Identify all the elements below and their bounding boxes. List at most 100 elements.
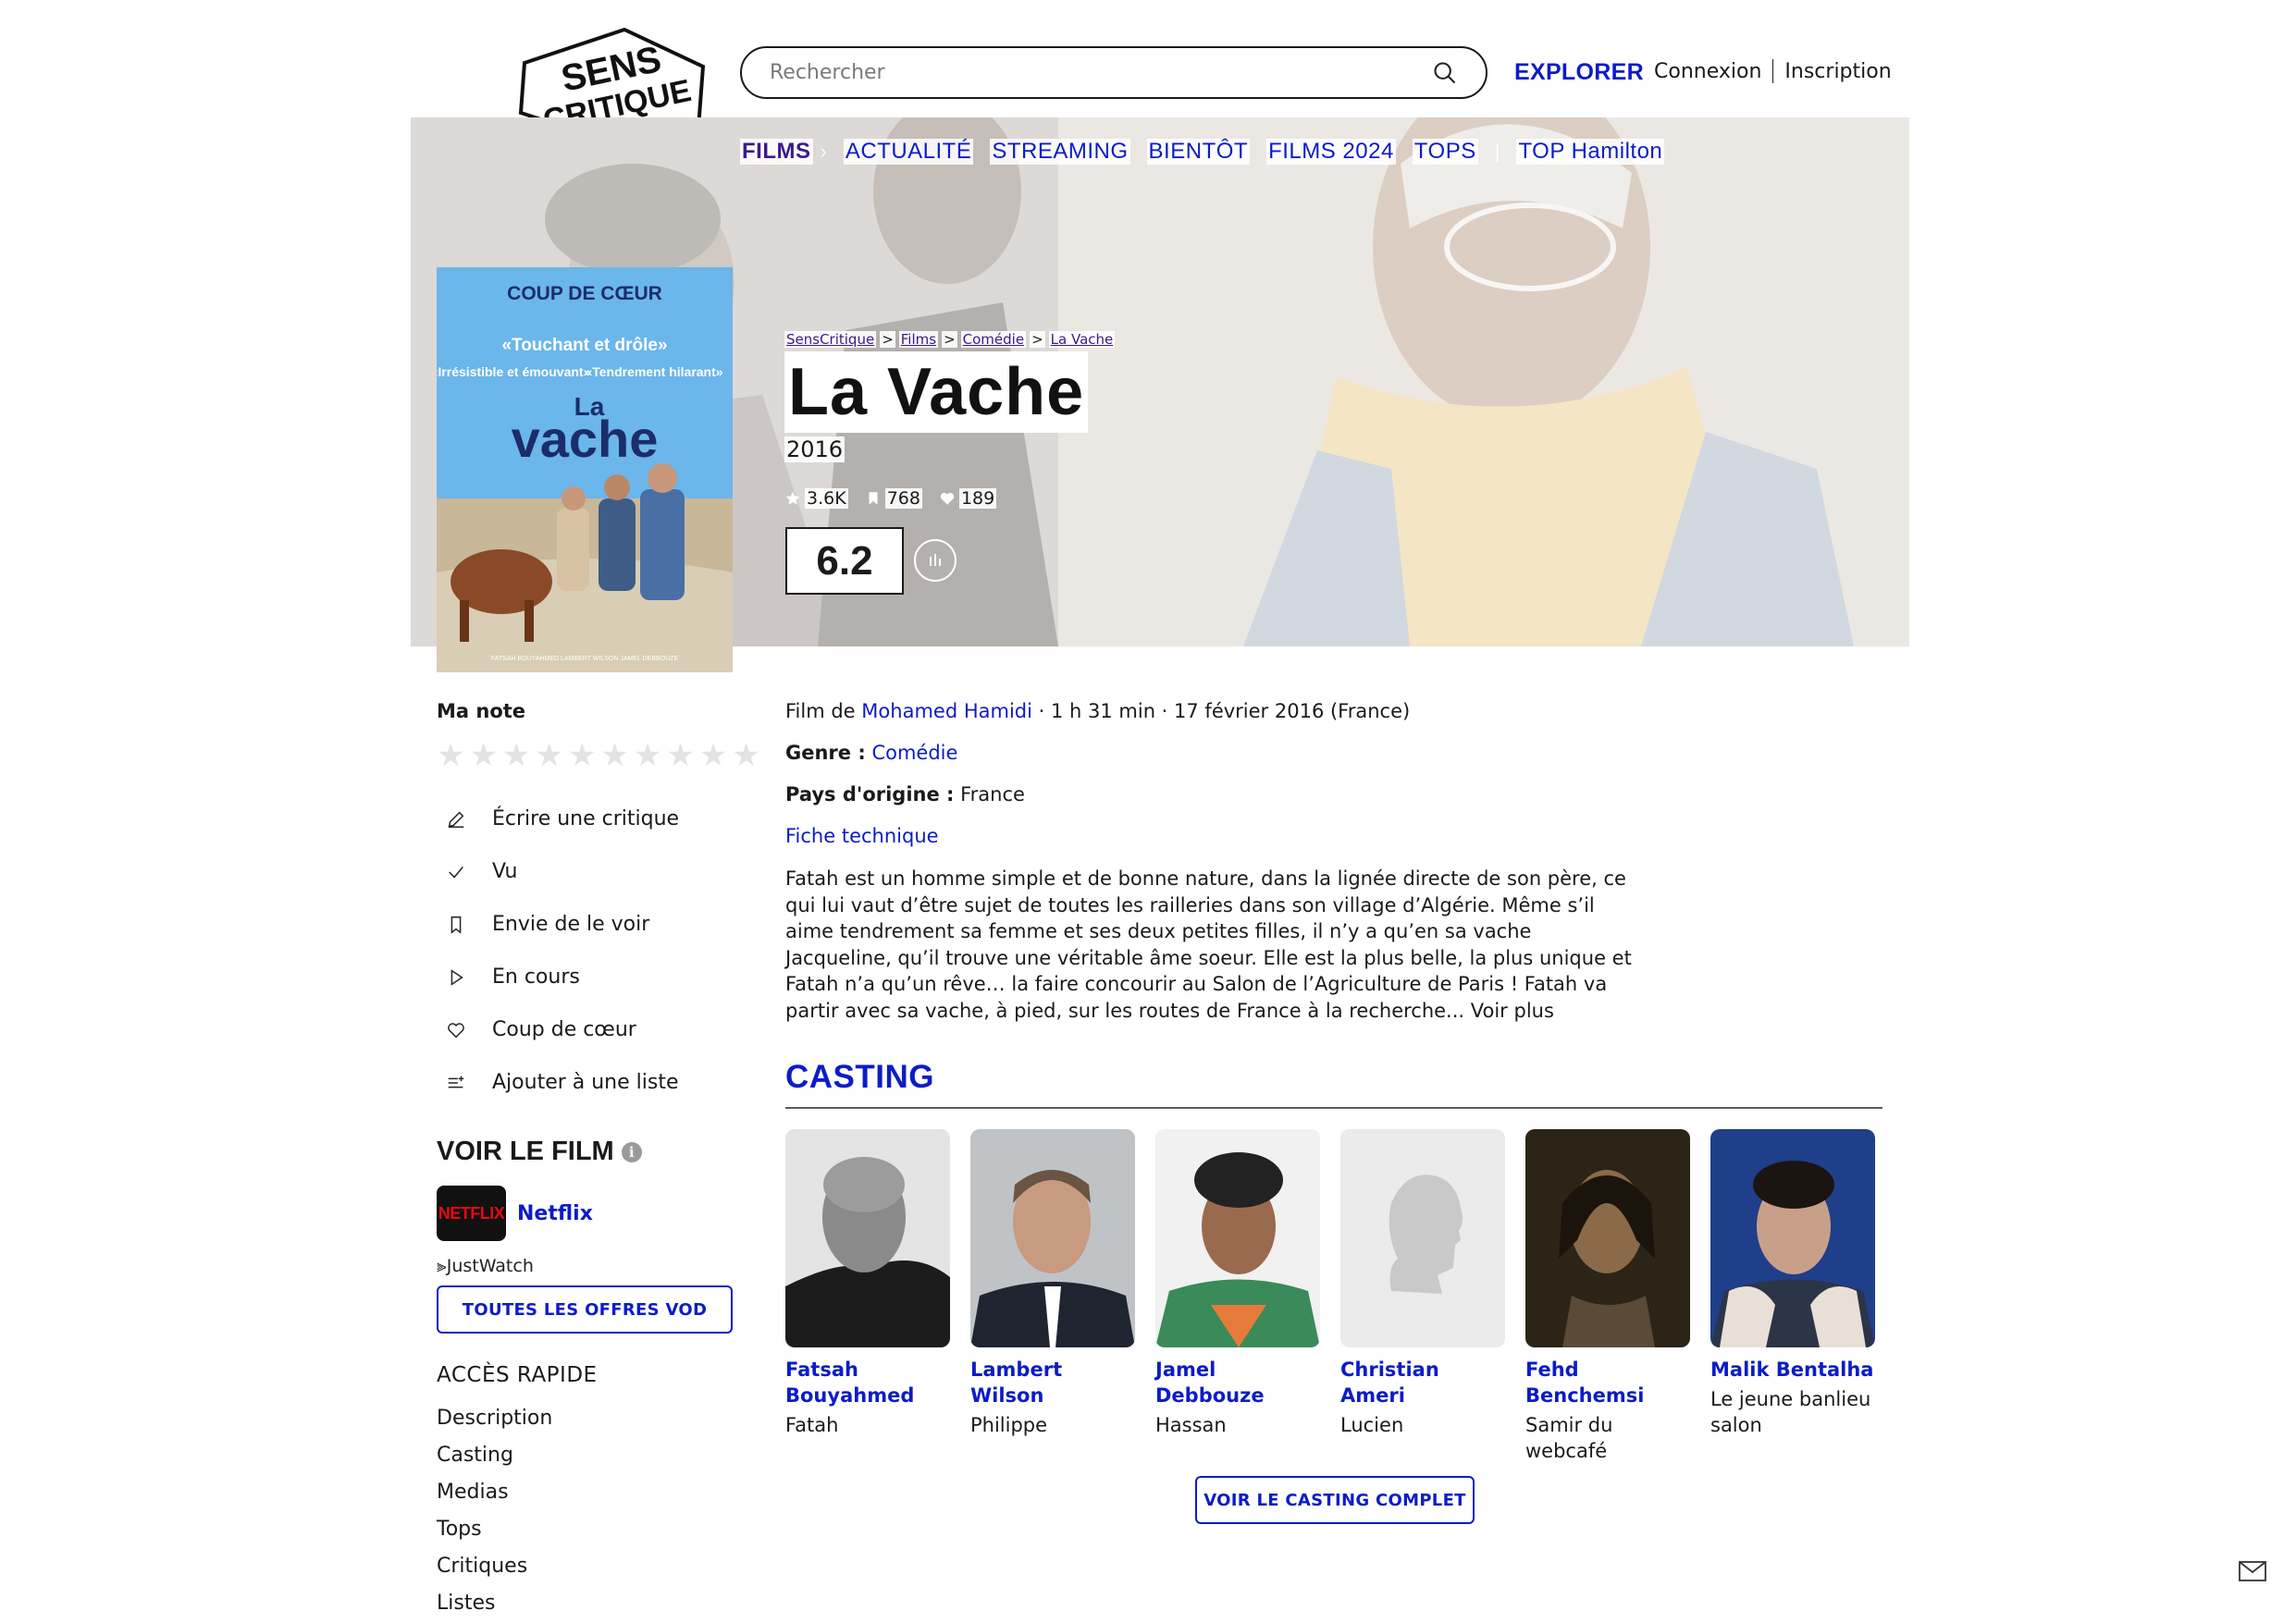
justwatch-arrow-icon: ⫸ xyxy=(437,1256,447,1276)
cast-card[interactable]: Jamel Debbouze Hassan xyxy=(1155,1129,1320,1464)
search-icon[interactable] xyxy=(1432,60,1458,86)
quick-link-label[interactable]: Listes xyxy=(437,1592,495,1615)
rating-star[interactable]: ★ xyxy=(437,740,464,771)
director-link[interactable]: Mohamed Hamidi xyxy=(861,700,1032,722)
heart-icon xyxy=(448,1022,464,1038)
mail-icon[interactable] xyxy=(2239,1561,2266,1581)
actor-photo-placeholder[interactable] xyxy=(1340,1129,1505,1347)
wishlist-action[interactable]: Envie de le voir xyxy=(437,898,742,951)
rating-star[interactable]: ★ xyxy=(699,740,727,771)
action-label: Écrire une critique xyxy=(492,807,680,830)
action-label: Ajouter à une liste xyxy=(492,1071,679,1094)
info-icon[interactable]: i xyxy=(621,1141,642,1162)
rating-star[interactable]: ★ xyxy=(535,740,562,771)
login-link[interactable]: Connexion xyxy=(1654,60,1761,83)
bar-chart-icon xyxy=(930,554,941,566)
actor-role: Le jeune banlieu salon xyxy=(1710,1388,1871,1436)
seen-action[interactable]: Vu xyxy=(437,845,742,898)
bookmark-icon xyxy=(869,492,878,505)
quick-link-label[interactable]: Description xyxy=(437,1407,552,1430)
actor-photo[interactable] xyxy=(1525,1129,1690,1347)
tech-sheet-link[interactable]: Fiche technique xyxy=(785,825,939,847)
subnav-divider: | xyxy=(1494,140,1500,163)
genre-link[interactable]: Comédie xyxy=(871,742,957,764)
actor-name[interactable]: Jamel Debbouze xyxy=(1155,1357,1320,1408)
actor-name[interactable]: Lambert Wilson xyxy=(970,1357,1135,1408)
rating-star[interactable]: ★ xyxy=(469,740,497,771)
in-progress-action[interactable]: En cours xyxy=(437,951,742,1003)
rating-star[interactable]: ★ xyxy=(732,740,759,771)
subnav-films[interactable]: FILMS xyxy=(740,139,813,165)
all-vod-offers-button[interactable]: TOUTES LES OFFRES VOD xyxy=(437,1285,733,1334)
person-silhouette-icon xyxy=(1340,1129,1505,1347)
quick-link-casting[interactable]: Casting xyxy=(437,1437,742,1474)
breadcrumb-comedie[interactable]: Comédie xyxy=(960,331,1027,348)
cast-card[interactable]: Fatsah Bouyahmed Fatah xyxy=(785,1129,950,1464)
rating-star[interactable]: ★ xyxy=(600,740,628,771)
quick-link-label[interactable]: Tops xyxy=(437,1518,482,1541)
watch-title-text: VOIR LE FILM xyxy=(437,1137,614,1166)
actor-name[interactable]: Fehd Benchemsi xyxy=(1525,1357,1690,1408)
movie-poster[interactable]: COUP DE CŒUR «Touchant et drôle» «Irrési… xyxy=(437,267,733,672)
synopsis: Fatah est un homme simple et de bonne na… xyxy=(785,867,1632,1022)
rating-stars[interactable]: ★ ★ ★ ★ ★ ★ ★ ★ ★ ★ xyxy=(437,740,760,771)
full-cast-button[interactable]: VOIR LE CASTING COMPLET xyxy=(1195,1476,1475,1524)
subnav-films-2024[interactable]: FILMS 2024 xyxy=(1266,139,1396,165)
provider-link[interactable]: Netflix xyxy=(517,1202,593,1225)
actor-photo[interactable] xyxy=(785,1129,950,1347)
breadcrumb-films[interactable]: Films xyxy=(898,331,939,348)
rating-star[interactable]: ★ xyxy=(568,740,596,771)
quick-link-medias[interactable]: Medias xyxy=(437,1474,742,1511)
subnav-actualite[interactable]: ACTUALITÉ xyxy=(843,139,974,165)
actor-portrait-image xyxy=(1525,1129,1690,1347)
quick-link-critiques[interactable]: Critiques xyxy=(437,1548,742,1585)
action-label: Coup de cœur xyxy=(492,1018,636,1041)
cast-card[interactable]: Lambert Wilson Philippe xyxy=(970,1129,1135,1464)
quick-link-listes[interactable]: Listes xyxy=(437,1585,742,1622)
country-label: Pays d'origine : xyxy=(785,783,955,805)
actor-photo[interactable] xyxy=(1710,1129,1875,1347)
actor-name[interactable]: Malik Bentalha xyxy=(1710,1357,1875,1383)
action-list: Écrire une critique Vu Envie de le voir … xyxy=(437,793,742,1109)
rating-star[interactable]: ★ xyxy=(634,740,661,771)
justwatch-logo[interactable]: ⫸JustWatch xyxy=(437,1256,742,1276)
cast-card[interactable]: Malik Bentalha Le jeune banlieu salon xyxy=(1710,1129,1875,1464)
actor-name[interactable]: Fatsah Bouyahmed xyxy=(785,1357,950,1408)
movie-stats: 3.6K 768 189 xyxy=(784,488,997,509)
wishlist-stat: 768 xyxy=(865,488,922,509)
rating-star[interactable]: ★ xyxy=(666,740,694,771)
subnav-tops[interactable]: TOPS xyxy=(1412,139,1478,165)
casting-divider xyxy=(785,1107,1882,1109)
section-nav: FILMS › ACTUALITÉ STREAMING BIENTÔT FILM… xyxy=(740,139,1665,165)
rating-distribution-button[interactable] xyxy=(914,539,957,582)
my-rating-label: Ma note xyxy=(437,700,526,722)
breadcrumb-senscritique[interactable]: SensCritique xyxy=(784,331,877,348)
quick-link-tops[interactable]: Tops xyxy=(437,1511,742,1548)
quick-link-label[interactable]: Casting xyxy=(437,1444,513,1467)
breadcrumb-la-vache[interactable]: La Vache xyxy=(1048,331,1116,348)
ratings-count: 3.6K xyxy=(805,488,848,509)
search-input[interactable] xyxy=(770,61,1432,84)
bookmark-icon xyxy=(451,916,462,934)
poster-image: COUP DE CŒUR «Touchant et drôle» «Irrési… xyxy=(437,267,733,672)
search-bar[interactable] xyxy=(740,46,1487,99)
rating-star[interactable]: ★ xyxy=(502,740,530,771)
quick-link-label[interactable]: Medias xyxy=(437,1481,509,1504)
subnav-bientot[interactable]: BIENTÔT xyxy=(1146,139,1251,165)
movie-details: Film de Mohamed Hamidi · 1 h 31 min · 17… xyxy=(785,700,1886,1464)
quick-link-description[interactable]: Description xyxy=(437,1400,742,1437)
signup-link[interactable]: Inscription xyxy=(1784,60,1891,83)
subnav-top-hamilton[interactable]: TOP Hamilton xyxy=(1516,139,1665,165)
subnav-streaming[interactable]: STREAMING xyxy=(990,139,1130,165)
add-to-list-action[interactable]: Ajouter à une liste xyxy=(437,1056,742,1109)
explorer-link[interactable]: EXPLORER xyxy=(1514,59,1644,86)
actor-photo[interactable] xyxy=(970,1129,1135,1347)
favorite-action[interactable]: Coup de cœur xyxy=(437,1003,742,1056)
actor-name[interactable]: Christian Ameri xyxy=(1340,1357,1505,1408)
streaming-provider[interactable]: NETFLIX Netflix xyxy=(437,1186,742,1241)
write-review-action[interactable]: Écrire une critique xyxy=(437,793,742,845)
cast-card[interactable]: Christian Ameri Lucien xyxy=(1340,1129,1505,1464)
quick-link-label[interactable]: Critiques xyxy=(437,1555,527,1578)
cast-card[interactable]: Fehd Benchemsi Samir du webcafé xyxy=(1525,1129,1690,1464)
actor-photo[interactable] xyxy=(1155,1129,1320,1347)
